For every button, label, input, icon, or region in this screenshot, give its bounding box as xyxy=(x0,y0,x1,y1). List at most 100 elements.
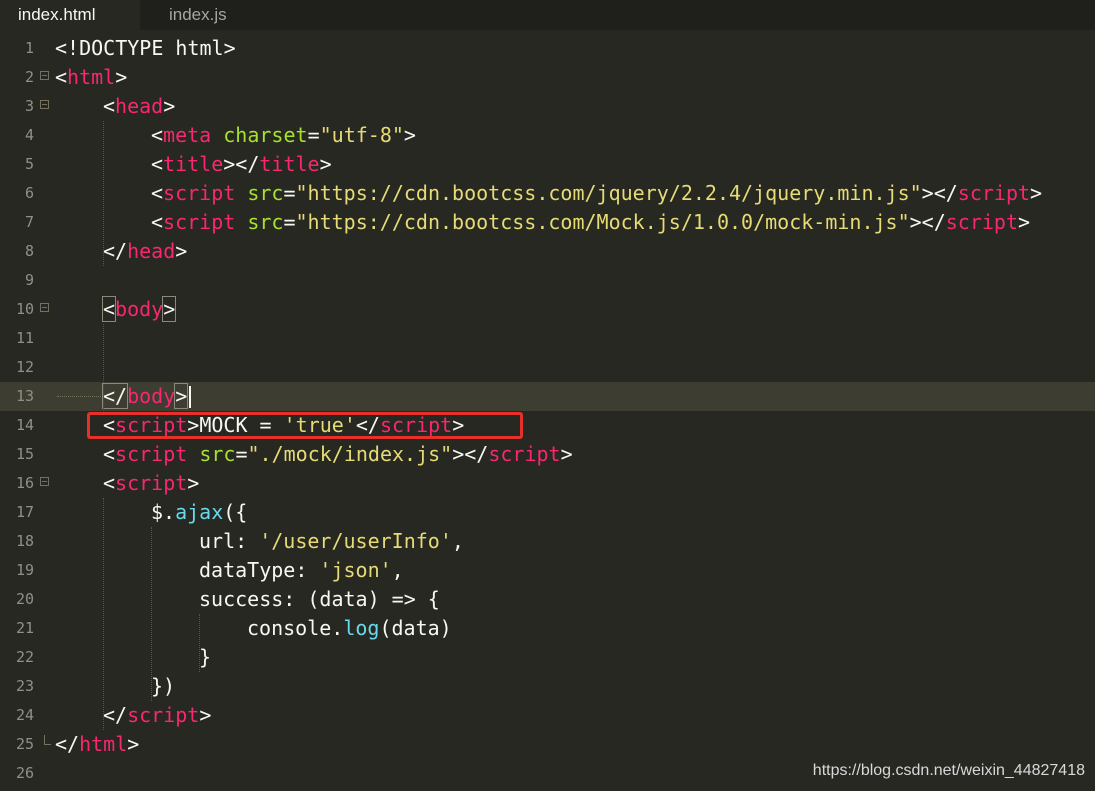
code-token: '/user/userInfo' xyxy=(259,529,452,553)
code-line-8[interactable]: 8 </head> xyxy=(0,237,1095,266)
line-number: 10 xyxy=(15,300,34,318)
code-line-1[interactable]: 1 <!DOCTYPE html> xyxy=(0,34,1095,63)
fold-end-icon xyxy=(44,735,51,745)
code-text: </head> xyxy=(103,239,187,263)
code-line-6[interactable]: 6 <script src="https://cdn.bootcss.com/jq… xyxy=(0,179,1095,208)
code-line-21[interactable]: 21 console.log(data) xyxy=(0,614,1095,643)
code-token: src xyxy=(247,181,284,205)
code-text: <script> xyxy=(103,471,199,495)
code-token: , xyxy=(391,558,404,582)
code-text: success: (data) => { xyxy=(199,587,440,611)
line-number: 15 xyxy=(15,445,34,463)
line-number: 20 xyxy=(15,590,34,608)
code-line-17[interactable]: 17 $.ajax({ xyxy=(0,498,1095,527)
line-number: 25 xyxy=(15,735,34,753)
line-number: 1 xyxy=(24,39,34,57)
code-token: script xyxy=(488,442,561,466)
line-number: 22 xyxy=(15,648,34,666)
fold-toggle-icon[interactable] xyxy=(40,477,49,486)
annotation-highlight-box xyxy=(87,412,523,439)
code-token: script xyxy=(127,703,200,727)
code-text: <head> xyxy=(103,94,175,118)
indent-marker xyxy=(57,396,101,397)
code-token: = xyxy=(283,181,296,205)
line-number: 9 xyxy=(24,271,34,289)
code-token: > xyxy=(175,239,188,263)
tab-index-html[interactable]: index.html xyxy=(0,0,140,30)
line-number: 18 xyxy=(15,532,34,550)
code-line-15[interactable]: 15 <script src="./mock/index.js"></script… xyxy=(0,440,1095,469)
code-token: "https://cdn.bootcss.com/jquery/2.2.4/jq… xyxy=(295,181,922,205)
code-token: < xyxy=(103,442,116,466)
code-token: > xyxy=(403,123,416,147)
code-token: </ xyxy=(101,383,129,409)
code-token: console. xyxy=(247,616,344,640)
code-line-22[interactable]: 22} xyxy=(0,643,1095,672)
code-token: ></ xyxy=(921,181,958,205)
code-token: > xyxy=(162,296,177,322)
code-line-11[interactable]: 11 xyxy=(0,324,1095,353)
code-line-24[interactable]: 24 </script> xyxy=(0,701,1095,730)
code-text: <script src="https://cdn.bootcss.com/Moc… xyxy=(151,210,1030,234)
code-token: > xyxy=(174,383,189,409)
code-token: "https://cdn.bootcss.com/Mock.js/1.0.0/m… xyxy=(295,210,910,234)
code-token: > xyxy=(1030,181,1043,205)
code-token: body xyxy=(115,297,164,321)
line-number: 26 xyxy=(15,764,34,782)
code-token: > xyxy=(1017,210,1031,234)
code-line-19[interactable]: 19 dataType: 'json', xyxy=(0,556,1095,585)
code-token: </ xyxy=(103,703,128,727)
code-line-2[interactable]: 2 <html> xyxy=(0,63,1095,92)
code-text: </script> xyxy=(103,703,211,727)
code-token: body xyxy=(127,384,176,408)
code-line-5[interactable]: 5 <title></title> xyxy=(0,150,1095,179)
line-number: 12 xyxy=(15,358,34,376)
code-line-16[interactable]: 16 <script> xyxy=(0,469,1095,498)
code-text: } xyxy=(199,645,211,669)
code-line-13[interactable]: 13 </body> xyxy=(0,382,1095,411)
code-token: < xyxy=(151,152,164,176)
code-token: success: (data) => { xyxy=(199,587,440,611)
indent-guide xyxy=(199,614,200,672)
code-token: = xyxy=(283,210,296,234)
fold-toggle-icon[interactable] xyxy=(40,303,49,312)
code-line-7[interactable]: 7 <script src="https://cdn.bootcss.com/Mo… xyxy=(0,208,1095,237)
code-token: head xyxy=(115,94,164,118)
code-text: console.log(data) xyxy=(247,616,452,640)
code-token: > xyxy=(199,703,212,727)
code-token: meta xyxy=(163,123,212,147)
code-line-9[interactable]: 9 xyxy=(0,266,1095,295)
code-line-10[interactable]: 10 <body> xyxy=(0,295,1095,324)
code-line-4[interactable]: 4 <meta charset="utf-8"> xyxy=(0,121,1095,150)
line-number: 8 xyxy=(24,242,34,260)
fold-toggle-icon[interactable] xyxy=(40,71,49,80)
code-token: "./mock/index.js" xyxy=(247,442,453,466)
code-text: </html> xyxy=(55,732,139,756)
line-number: 7 xyxy=(24,213,34,231)
line-number: 16 xyxy=(15,474,34,492)
code-line-3[interactable]: 3 <head> xyxy=(0,92,1095,121)
code-line-20[interactable]: 20 success: (data) => { xyxy=(0,585,1095,614)
text-cursor xyxy=(188,386,191,408)
code-token: < xyxy=(103,471,116,495)
code-token: }) xyxy=(151,674,176,698)
code-line-25[interactable]: 25 </html> xyxy=(0,730,1095,759)
line-number: 3 xyxy=(24,97,34,115)
code-line-18[interactable]: 18 url: '/user/userInfo', xyxy=(0,527,1095,556)
code-line-23[interactable]: 23}) xyxy=(0,672,1095,701)
fold-toggle-icon[interactable] xyxy=(40,100,49,109)
code-text: <script src="./mock/index.js"></script> xyxy=(103,442,573,466)
code-token: script xyxy=(115,442,188,466)
code-token: < xyxy=(151,123,164,147)
code-token: script xyxy=(115,471,188,495)
code-token: = xyxy=(307,123,320,147)
code-line-12[interactable]: 12 xyxy=(0,353,1095,382)
indent-guide xyxy=(103,498,104,730)
code-token: (data) xyxy=(379,616,452,640)
code-token: < xyxy=(103,94,116,118)
tab-index-js[interactable]: index.js xyxy=(151,0,279,30)
code-token: head xyxy=(127,239,176,263)
